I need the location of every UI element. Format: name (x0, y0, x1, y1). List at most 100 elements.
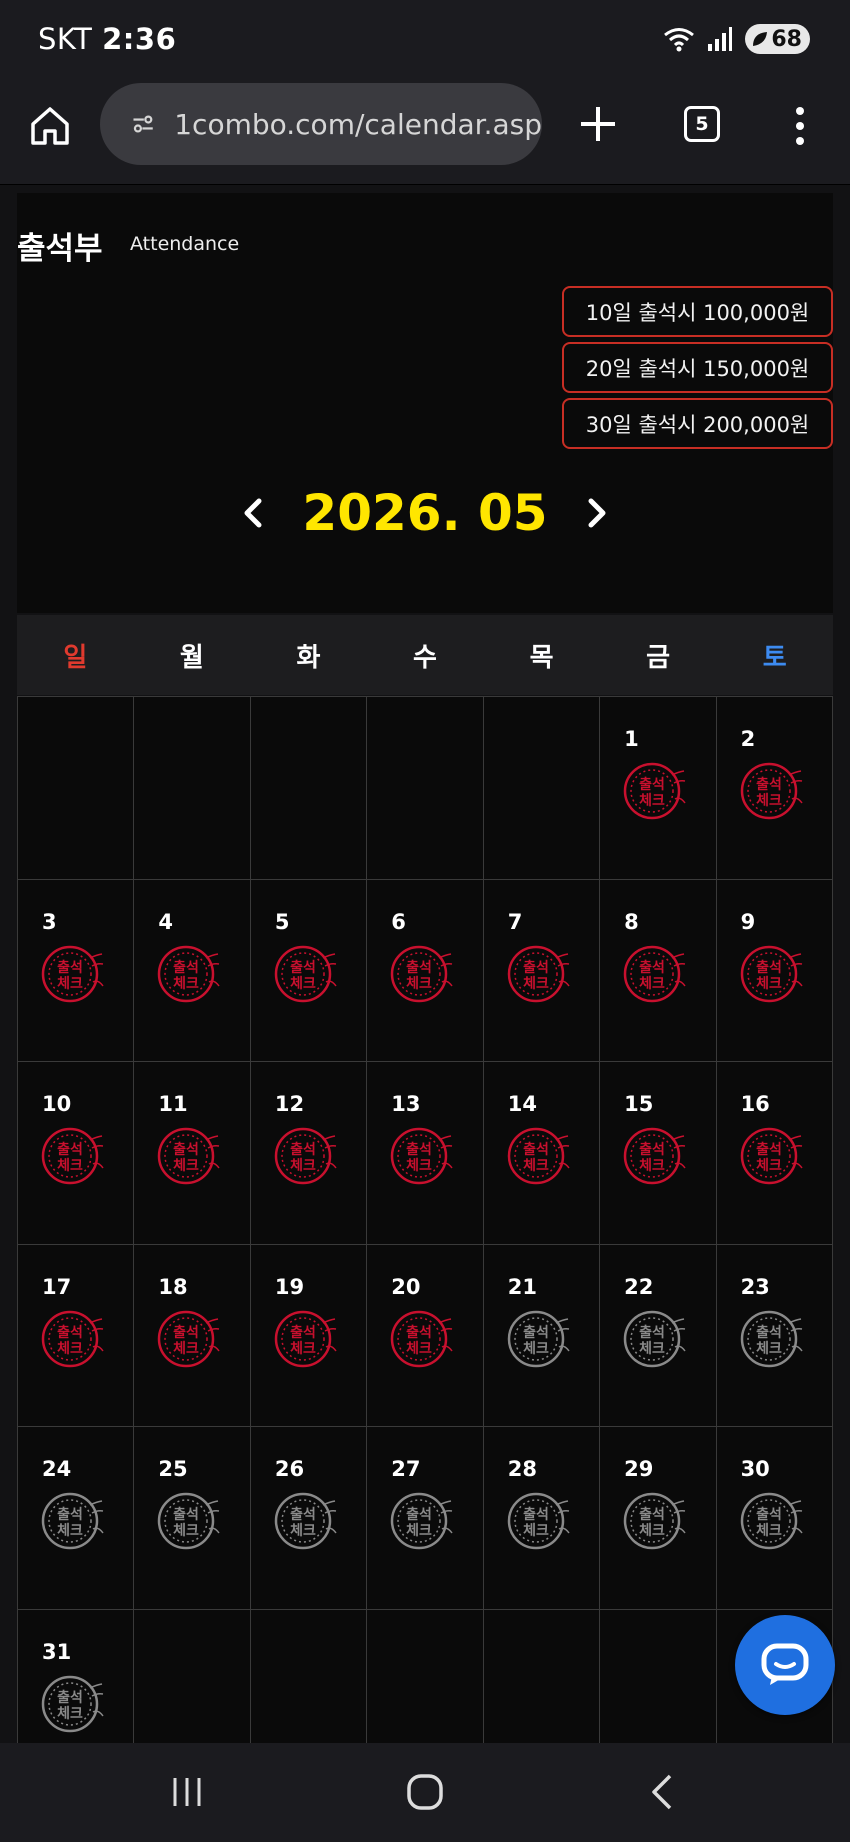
calendar-day-22[interactable]: 22 출석 체크 (600, 1244, 717, 1427)
attendance-stamp-icon: 출석체크 (391, 1310, 453, 1367)
stamp-text-bottom: 체크 (406, 976, 432, 992)
stamp-text-top: 출석 (57, 1506, 83, 1523)
calendar-day-5[interactable]: 5 출석 체크 (250, 879, 368, 1062)
stamp-text-bottom: 체크 (57, 976, 83, 992)
calendar-day-6[interactable]: 6 출석 체크 (367, 879, 484, 1062)
attendance-stamp-icon: 출석체크 (507, 1492, 570, 1550)
more-menu-icon[interactable] (790, 104, 810, 148)
calendar-day-30[interactable]: 30 출석 체크 (716, 1427, 833, 1610)
calendar-day-4[interactable]: 4 출석 체크 (134, 879, 251, 1062)
new-tab-icon[interactable] (578, 104, 618, 144)
calendar-day-9[interactable]: 9 출석 체크 (716, 879, 833, 1062)
calendar-day-21[interactable]: 21 출석 체크 (483, 1244, 601, 1427)
stamp-text-bottom: 체크 (57, 1158, 83, 1174)
tab-count: 5 (695, 113, 709, 135)
calendar-day-3[interactable]: 3 출석 체크 (18, 879, 135, 1062)
stamp-text-top: 출석 (756, 959, 782, 976)
next-month-icon[interactable] (582, 493, 612, 533)
calendar-day-14[interactable]: 14 출석 체크 (483, 1062, 601, 1245)
calendar-day-16[interactable]: 16 출석 체크 (716, 1062, 833, 1245)
day-number: 7 (507, 909, 523, 934)
stamp-text-top: 출석 (406, 959, 432, 976)
attendance-stamp-icon: 출석체크 (740, 1127, 803, 1185)
calendar-day-20[interactable]: 20 출석 체크 (367, 1244, 484, 1427)
attendance-stamp-icon: 출석체크 (274, 1492, 337, 1550)
calendar-day-26[interactable]: 26 출석 체크 (250, 1427, 368, 1610)
attendance-stamp-icon: 출석체크 (391, 1127, 453, 1185)
stamp-text-bottom: 체크 (639, 1523, 665, 1539)
attendance-stamp-icon: 출석체크 (623, 1492, 686, 1550)
site-settings-icon[interactable] (132, 111, 154, 137)
day-number: 23 (740, 1274, 770, 1299)
calendar-day-29[interactable]: 29 출석 체크 (600, 1427, 717, 1610)
chat-button[interactable] (735, 1615, 835, 1715)
month-label: 2026. 05 (302, 484, 548, 542)
calendar-empty-cell (483, 697, 601, 880)
calendar-day-13[interactable]: 13 출석 체크 (367, 1062, 484, 1245)
attendance-stamp-icon: 출석체크 (158, 945, 221, 1002)
back-icon[interactable] (648, 1773, 676, 1811)
stamp-text-bottom: 체크 (756, 1341, 782, 1357)
wifi-icon (664, 28, 695, 52)
calendar-day-28[interactable]: 28 출석 체크 (483, 1427, 601, 1610)
stamp-text-bottom: 체크 (406, 1158, 432, 1174)
stamp-text-top: 출석 (756, 776, 782, 793)
recent-apps-icon[interactable] (170, 1775, 204, 1809)
calendar-day-23[interactable]: 23 출석 체크 (716, 1244, 833, 1427)
calendar-day-25[interactable]: 25 출석 체크 (134, 1427, 251, 1610)
home-nav-icon[interactable] (406, 1773, 444, 1811)
stamp-text-top: 출석 (174, 1141, 200, 1158)
day-number: 28 (507, 1457, 537, 1481)
calendar-day-10[interactable]: 10 출석 체크 (18, 1062, 135, 1245)
stamp-text-top: 출석 (174, 1324, 200, 1341)
battery-level: 68 (771, 26, 802, 52)
stamp-text-top: 출석 (57, 1324, 83, 1341)
address-bar[interactable]: 1combo.com/calendar.asp (100, 83, 542, 165)
calendar-day-8[interactable]: 8 출석 체크 (600, 879, 717, 1062)
day-number: 9 (740, 909, 756, 934)
home-icon[interactable] (28, 104, 72, 148)
attendance-stamp-icon: 출석체크 (391, 945, 453, 1002)
day-number: 17 (42, 1274, 72, 1299)
attendance-stamp-icon: 출석체크 (740, 1310, 803, 1367)
calendar-day-18[interactable]: 18 출석 체크 (134, 1244, 251, 1427)
day-number: 8 (624, 909, 639, 934)
prev-month-icon[interactable] (238, 493, 268, 533)
calendar-day-15[interactable]: 15 출석 체크 (600, 1062, 717, 1245)
weekday-sat: 토 (762, 642, 787, 673)
calendar-empty-cell (367, 697, 484, 880)
stamp-text-bottom: 체크 (639, 1158, 665, 1174)
stamp-text-bottom: 체크 (756, 976, 782, 992)
stamp-text-top: 출석 (57, 1689, 83, 1706)
attendance-stamp-icon: 출석체크 (740, 762, 803, 820)
stamp-text-top: 출석 (290, 959, 316, 976)
calendar-day-27[interactable]: 27 출석 체크 (367, 1427, 484, 1610)
browser-toolbar: 1combo.com/calendar.asp 5 (0, 80, 850, 265)
day-number: 2 (740, 727, 756, 751)
calendar-grid: 1 출석 체크 2 출석 체크 3 출석 체크 4 출석 체크 5 출석 체크 6 출석 체크 7 출석 체크 8 출석 체크… (17, 696, 833, 1792)
calendar-day-17[interactable]: 17 출석 체크 (18, 1244, 135, 1427)
day-number: 31 (42, 1639, 72, 1664)
url-text[interactable]: 1combo.com/calendar.asp (174, 108, 542, 141)
attendance-stamp-icon: 출석체크 (41, 1127, 104, 1185)
attendance-stamp-icon: 출석체크 (274, 1127, 337, 1185)
tab-switcher-button[interactable]: 5 (684, 106, 720, 142)
calendar-day-7[interactable]: 7 출석 체크 (483, 879, 601, 1062)
day-number: 30 (740, 1457, 770, 1481)
stamp-text-bottom: 체크 (174, 1523, 200, 1539)
attendance-stamp-icon: 출석체크 (623, 1310, 686, 1367)
stamp-text-bottom: 체크 (406, 1523, 432, 1539)
calendar-day-24[interactable]: 24 출석 체크 (18, 1427, 135, 1610)
attendance-stamp-icon: 출석체크 (274, 1310, 337, 1367)
calendar-day-2[interactable]: 2 출석 체크 (716, 697, 833, 880)
stamp-text-top: 출석 (523, 1324, 549, 1341)
calendar-day-19[interactable]: 19 출석 체크 (250, 1244, 368, 1427)
calendar-day-12[interactable]: 12 출석 체크 (250, 1062, 368, 1245)
day-number: 27 (391, 1457, 421, 1481)
page-subtitle: Attendance (130, 233, 240, 255)
system-nav-bar (0, 1743, 850, 1842)
calendar-day-1[interactable]: 1 출석 체크 (600, 697, 717, 880)
day-number: 25 (158, 1457, 188, 1481)
stamp-text-top: 출석 (57, 1141, 83, 1158)
calendar-day-11[interactable]: 11 출석 체크 (134, 1062, 251, 1245)
